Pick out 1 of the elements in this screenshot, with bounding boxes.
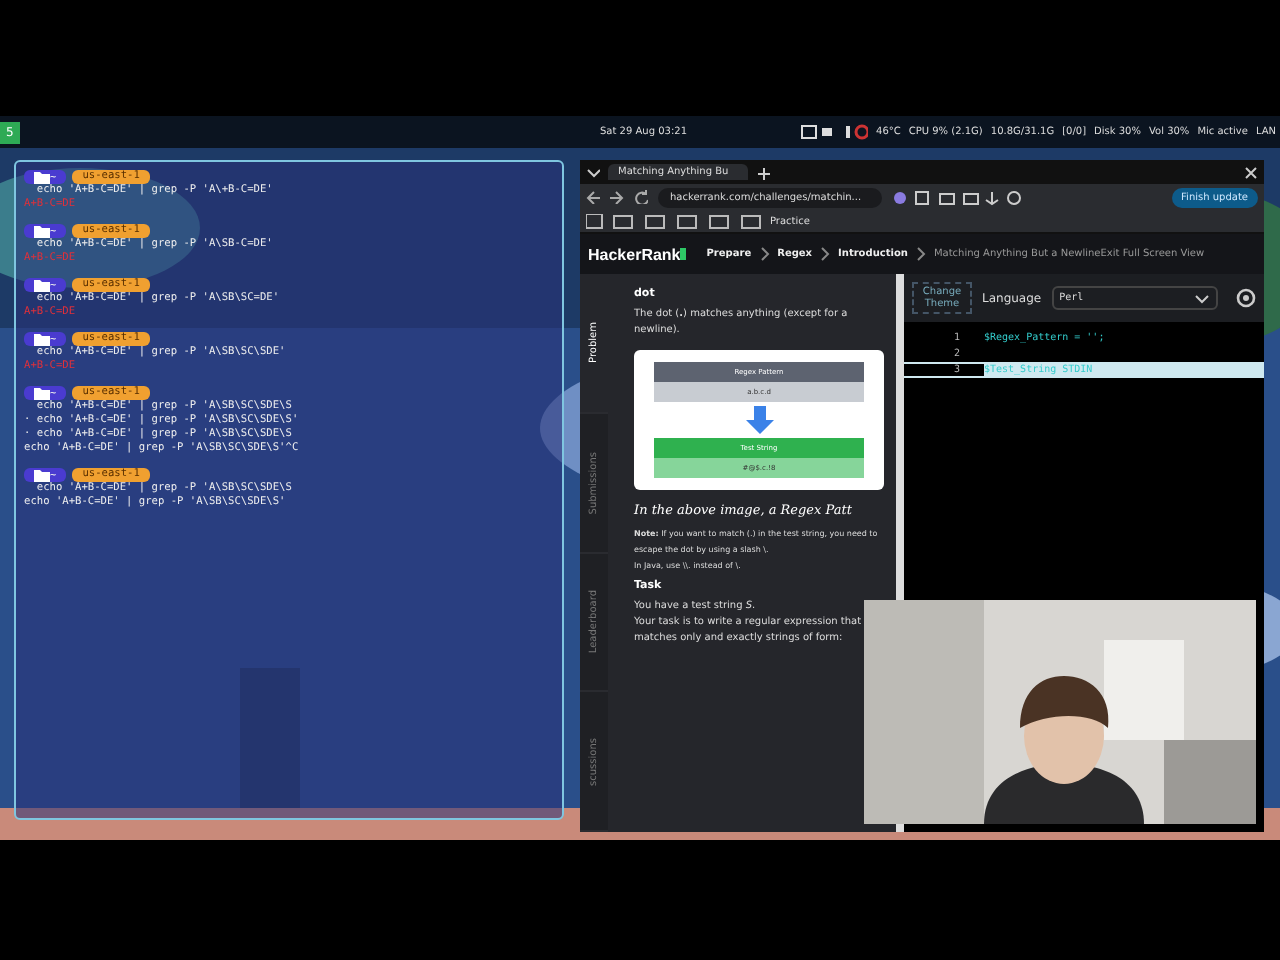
tray-icons[interactable] [800, 124, 869, 140]
